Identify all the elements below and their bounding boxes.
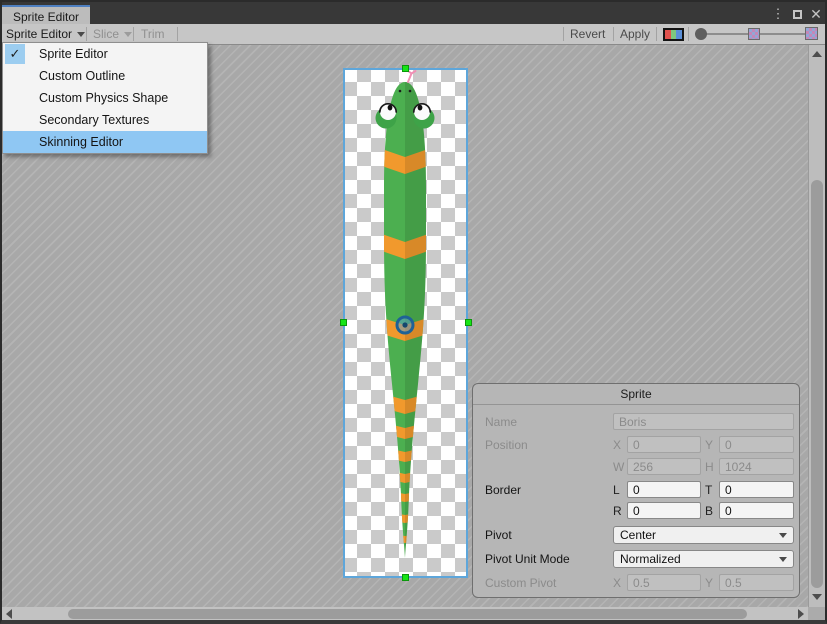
menu-item-custom-physics-shape[interactable]: Custom Physics Shape	[3, 87, 207, 109]
chevron-down-icon	[779, 557, 787, 562]
sprite-selection-rect[interactable]	[343, 68, 468, 578]
pivot-dropdown[interactable]: Center	[613, 526, 794, 544]
horizontal-scrollbar-thumb[interactable]	[68, 609, 747, 619]
border-r-field[interactable]	[627, 502, 701, 519]
scrollbar-corner	[808, 607, 825, 621]
name-field	[613, 413, 794, 430]
chevron-down-icon	[77, 32, 85, 37]
position-x-field	[627, 436, 701, 453]
menu-item-secondary-textures[interactable]: Secondary Textures	[3, 109, 207, 131]
vertical-scrollbar-thumb[interactable]	[811, 180, 823, 588]
window-menu-icon[interactable]: ⋮	[770, 5, 786, 23]
menu-item-custom-outline[interactable]: Custom Outline	[3, 65, 207, 87]
border-b-field[interactable]	[719, 502, 794, 519]
slice-button[interactable]: Slice	[93, 24, 132, 44]
sprite-inspector-panel: Sprite Name Position X Y W H Border L T …	[472, 383, 800, 598]
zoom-slider-knob[interactable]	[695, 28, 707, 40]
scroll-left-arrow-icon[interactable]	[6, 609, 12, 619]
vertical-scrollbar[interactable]	[808, 45, 825, 607]
pivot-label: Pivot	[485, 528, 512, 542]
horizontal-scrollbar[interactable]	[2, 607, 808, 621]
pivot-unit-mode-label: Pivot Unit Mode	[485, 552, 570, 566]
custom-pivot-label: Custom Pivot	[485, 576, 556, 590]
title-bar: Sprite Editor ⋮ ✕	[0, 0, 827, 24]
selection-handle-bottom[interactable]	[402, 574, 409, 581]
color-channels-icon[interactable]	[663, 28, 684, 41]
tab-sprite-editor[interactable]: Sprite Editor	[2, 5, 90, 26]
trim-button[interactable]: Trim	[141, 24, 165, 44]
tab-title: Sprite Editor	[13, 10, 79, 24]
sprite-editor-mode-dropdown[interactable]: Sprite Editor	[6, 24, 85, 44]
border-label: Border	[485, 483, 521, 497]
mip-level-large-icon	[805, 27, 818, 40]
position-label: Position	[485, 438, 528, 452]
scroll-up-arrow-icon[interactable]	[812, 51, 822, 57]
checkmark-icon: ✓	[5, 44, 25, 64]
scroll-right-arrow-icon[interactable]	[798, 609, 804, 619]
chevron-down-icon	[779, 533, 787, 538]
menu-item-skinning-editor[interactable]: Skinning Editor	[3, 131, 207, 153]
name-label: Name	[485, 415, 517, 429]
mip-level-small-icon	[748, 28, 760, 40]
width-field	[627, 458, 701, 475]
selection-handle-top[interactable]	[402, 65, 409, 72]
chevron-down-icon	[124, 32, 132, 37]
scroll-down-arrow-icon[interactable]	[812, 594, 822, 600]
custom-pivot-x-field	[627, 574, 701, 591]
panel-title: Sprite	[473, 384, 799, 405]
apply-button[interactable]: Apply	[620, 24, 650, 44]
selection-handle-left[interactable]	[340, 319, 347, 326]
selection-handle-right[interactable]	[465, 319, 472, 326]
pivot-unit-mode-dropdown[interactable]: Normalized	[613, 550, 794, 568]
border-l-field[interactable]	[627, 481, 701, 498]
sprite-editor-window: Sprite Editor ⋮ ✕ Sprite Editor Slice Tr…	[0, 0, 827, 624]
revert-button[interactable]: Revert	[570, 24, 605, 44]
maximize-icon[interactable]	[789, 5, 805, 23]
menu-item-sprite-editor[interactable]: ✓ Sprite Editor	[3, 43, 207, 65]
position-y-field	[719, 436, 794, 453]
close-icon[interactable]: ✕	[808, 5, 824, 23]
sprite-editor-mode-menu: ✓ Sprite Editor Custom Outline Custom Ph…	[2, 42, 208, 154]
height-field	[719, 458, 794, 475]
custom-pivot-y-field	[719, 574, 794, 591]
border-t-field[interactable]	[719, 481, 794, 498]
